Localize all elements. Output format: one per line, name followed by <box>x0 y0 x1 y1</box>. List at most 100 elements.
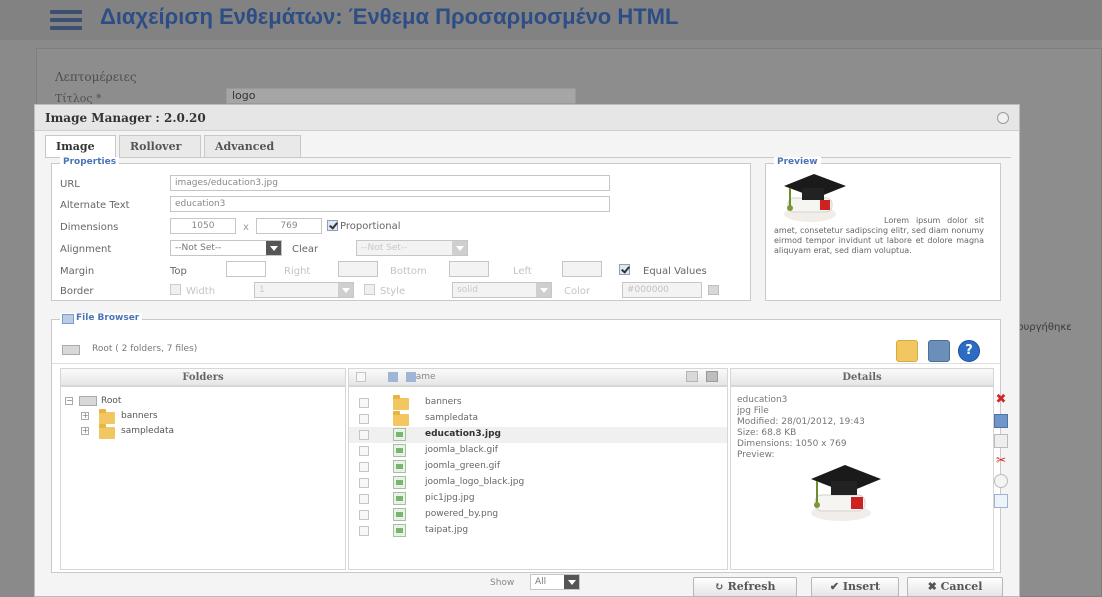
view-file-icon[interactable] <box>994 494 1008 508</box>
equal-values-checkbox[interactable] <box>619 264 630 275</box>
folders-header: Folders <box>60 368 346 386</box>
row-checkbox[interactable] <box>359 414 369 424</box>
row-checkbox[interactable] <box>359 494 369 504</box>
detail-modified: Modified: 28/01/2012, 19:43 <box>737 417 865 427</box>
height-input[interactable]: 769 <box>256 218 322 234</box>
alt-text-input[interactable]: education3 <box>170 196 610 212</box>
tab-advanced[interactable]: Advanced <box>204 135 301 157</box>
border-checkbox[interactable] <box>170 284 181 295</box>
tree-item-banners[interactable]: banners <box>121 411 158 421</box>
file-name: pic1jpg.jpg <box>425 493 475 503</box>
list-item[interactable]: joomla_black.gif <box>349 443 727 459</box>
image-file-icon <box>393 428 406 441</box>
margin-right-label: Right <box>284 266 311 277</box>
dialog-titlebar: Image Manager : 2.0.20 <box>35 105 1019 131</box>
upload-icon[interactable] <box>928 340 950 362</box>
image-file-icon <box>393 492 406 505</box>
alignment-select[interactable]: --Not Set-- <box>170 240 282 256</box>
row-checkbox[interactable] <box>359 478 369 488</box>
file-browser-icon <box>62 314 74 324</box>
zoom-icon[interactable] <box>994 474 1008 488</box>
details-info: education3 jpg File Modified: 28/01/2012… <box>737 395 865 461</box>
file-name: joomla_green.gif <box>425 461 501 471</box>
border-style-select[interactable]: solid <box>452 282 552 298</box>
url-input[interactable]: images/education3.jpg <box>170 175 610 191</box>
sort-icon[interactable] <box>388 372 398 382</box>
file-name: education3.jpg <box>425 429 501 439</box>
list-item[interactable]: pic1jpg.jpg <box>349 491 727 507</box>
tree-item-sampledata[interactable]: sampledata <box>121 426 174 436</box>
color-swatch-icon[interactable] <box>708 285 719 295</box>
new-folder-icon[interactable] <box>896 340 918 362</box>
row-checkbox[interactable] <box>359 510 369 520</box>
details-fieldset-label: Λεπτομέρειες <box>55 70 137 84</box>
list-item[interactable]: joomla_logo_black.jpg <box>349 475 727 491</box>
help-icon[interactable]: ? <box>958 340 980 362</box>
drive-icon <box>62 345 80 355</box>
url-label: URL <box>60 179 80 190</box>
close-icon: ✖ <box>927 580 941 593</box>
details-header: Details <box>730 368 994 386</box>
border-style-checkbox[interactable] <box>364 284 375 295</box>
margin-bottom-input[interactable] <box>449 261 489 277</box>
tab-image[interactable]: Image <box>45 135 116 158</box>
chevron-down-icon <box>338 283 353 297</box>
margin-bottom-label: Bottom <box>390 266 427 277</box>
insert-label: Insert <box>842 580 881 593</box>
equal-values-label: Equal Values <box>643 266 707 277</box>
show-select[interactable]: All <box>530 574 580 590</box>
tree-item-root[interactable]: Root <box>101 396 121 406</box>
file-name: banners <box>425 397 462 407</box>
file-name: joomla_logo_black.jpg <box>425 477 525 487</box>
margin-left-input[interactable] <box>562 261 602 277</box>
folder-icon <box>393 395 409 410</box>
border-width-value: 1 <box>259 285 265 295</box>
insert-button[interactable]: ✔ Insert <box>811 577 899 597</box>
list-item[interactable]: banners <box>349 395 727 411</box>
folder-icon <box>99 409 115 424</box>
margin-top-input[interactable] <box>226 261 266 277</box>
copy-icon[interactable] <box>994 434 1008 448</box>
refresh-button[interactable]: ↻ Refresh <box>693 577 797 597</box>
tree-expand-icon[interactable]: + <box>81 427 89 435</box>
delete-icon[interactable]: ✖ <box>994 393 1008 408</box>
rename-icon[interactable] <box>994 414 1008 428</box>
row-checkbox[interactable] <box>359 462 369 472</box>
list-item[interactable]: sampledata <box>349 411 727 427</box>
row-checkbox[interactable] <box>359 430 369 440</box>
row-checkbox[interactable] <box>359 446 369 456</box>
list-item[interactable]: joomla_green.gif <box>349 459 727 475</box>
margin-right-input[interactable] <box>338 261 378 277</box>
title-field-input[interactable]: logo <box>226 88 576 104</box>
border-style-value: solid <box>457 285 478 295</box>
row-checkbox[interactable] <box>359 398 369 408</box>
cancel-button[interactable]: ✖ Cancel <box>907 577 1003 597</box>
close-icon[interactable] <box>997 112 1009 124</box>
name-header[interactable]: Name <box>348 368 728 386</box>
sort-icon[interactable] <box>406 372 416 382</box>
menu-icon[interactable] <box>50 10 82 32</box>
select-all-checkbox[interactable] <box>356 372 366 382</box>
border-color-input[interactable]: #000000 <box>622 282 702 298</box>
dimensions-times: x <box>243 222 249 233</box>
proportional-label: Proportional <box>340 221 401 232</box>
border-width-select[interactable]: 1 <box>254 282 354 298</box>
image-file-icon <box>393 460 406 473</box>
clear-select[interactable]: --Not Set-- <box>356 240 468 256</box>
tab-rollover[interactable]: Rollover <box>119 135 201 157</box>
margin-left-label: Left <box>513 266 532 277</box>
list-item[interactable]: taipat.jpg <box>349 523 727 539</box>
detail-size: Size: 68.8 KB <box>737 428 797 438</box>
tab-divider <box>45 157 1011 158</box>
row-checkbox[interactable] <box>359 526 369 536</box>
refresh-icon: ↻ <box>714 580 728 593</box>
tree-expand-icon[interactable]: + <box>81 412 89 420</box>
search-icon[interactable] <box>706 371 718 382</box>
tree-collapse-icon[interactable]: − <box>65 397 73 405</box>
list-item[interactable]: powered_by.png <box>349 507 727 523</box>
list-item[interactable]: education3.jpg <box>349 427 727 443</box>
cut-icon[interactable]: ✂ <box>994 454 1008 468</box>
width-input[interactable]: 1050 <box>170 218 236 234</box>
proportional-checkbox[interactable] <box>327 220 338 231</box>
view-toggle-icon[interactable] <box>686 371 698 382</box>
